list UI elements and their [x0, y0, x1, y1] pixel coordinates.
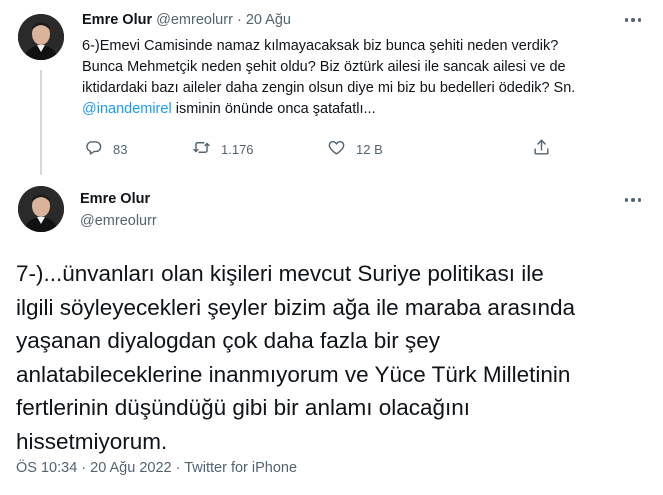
avatar[interactable]: [18, 186, 64, 232]
user-handle[interactable]: @emreolurr: [80, 213, 157, 229]
focused-tweet-text: 7-)...ünvanları olan kişileri mevcut Sur…: [16, 257, 656, 458]
tweet-text-line: @inandemirel isminin önünde onca şatafat…: [82, 99, 652, 120]
tweet-text-line: yaşanan diyalogdan çok daha fazla bir şe…: [16, 328, 441, 353]
tweet-text-line: ilgili söyleyecekleri şeyler bizim ağa i…: [16, 294, 575, 320]
reply-icon: [84, 138, 103, 160]
more-icon[interactable]: [622, 13, 644, 27]
tweet-text-line: fertlerinin düşündüğü gibi bir anlamı ol…: [16, 395, 471, 420]
tweet-text-line: anlatabileceklerine inanmıyorum ve Yüce …: [16, 361, 571, 387]
tweet-text-line: 6-)Emevi Camisinde namaz kılmayacaksak b…: [82, 38, 559, 54]
tweet-text-line: Bunca Mehmetçik neden şehit oldu? Biz öz…: [82, 59, 566, 75]
share-icon: [532, 138, 551, 160]
mention-link[interactable]: @inandemirel: [82, 101, 172, 117]
tweet-text-fragment: isminin önünde onca şatafatlı...: [171, 101, 376, 117]
thread-connector-line: [40, 70, 42, 175]
retweet-count: 1.176: [221, 141, 254, 157]
user-handle[interactable]: @emreolurr: [156, 12, 233, 28]
reply-count: 83: [113, 141, 128, 157]
tweet-text: 6-)Emevi Camisinde namaz kılmayacaksak b…: [82, 36, 652, 120]
header-separator: ·: [236, 12, 242, 28]
tweet-actions: 83 1.176 12 B: [82, 138, 562, 160]
retweet-icon: [192, 138, 211, 160]
tweet-timestamp[interactable]: ÖS 10:34 · 20 Ağu 2022 · Twitter for iPh…: [16, 460, 297, 476]
tweet-text-line: 7-)...ünvanları olan kişileri mevcut Sur…: [16, 261, 544, 286]
tweet-text-line: hissetmiyorum.: [16, 428, 168, 454]
share-button[interactable]: [532, 138, 551, 160]
tweet-parent[interactable]: Emre Olur @emreolurr · 20 Ağu 6-)Emevi C…: [0, 0, 663, 175]
display-name[interactable]: Emre Olur: [82, 12, 152, 28]
more-icon[interactable]: [622, 193, 644, 207]
like-button[interactable]: 12 B: [327, 138, 383, 160]
tweet-text-line: iktidardaki bazı aileler daha zengin ols…: [82, 80, 576, 96]
reply-button[interactable]: 83: [84, 138, 127, 160]
avatar[interactable]: [18, 14, 64, 60]
tweet-date[interactable]: 20 Ağu: [246, 12, 291, 28]
retweet-button[interactable]: 1.176: [192, 138, 254, 160]
display-name[interactable]: Emre Olur: [80, 191, 150, 207]
like-count: 12 B: [356, 141, 383, 157]
tweet-header: Emre Olur @emreolurr · 20 Ağu: [82, 12, 291, 28]
heart-icon: [327, 138, 346, 160]
